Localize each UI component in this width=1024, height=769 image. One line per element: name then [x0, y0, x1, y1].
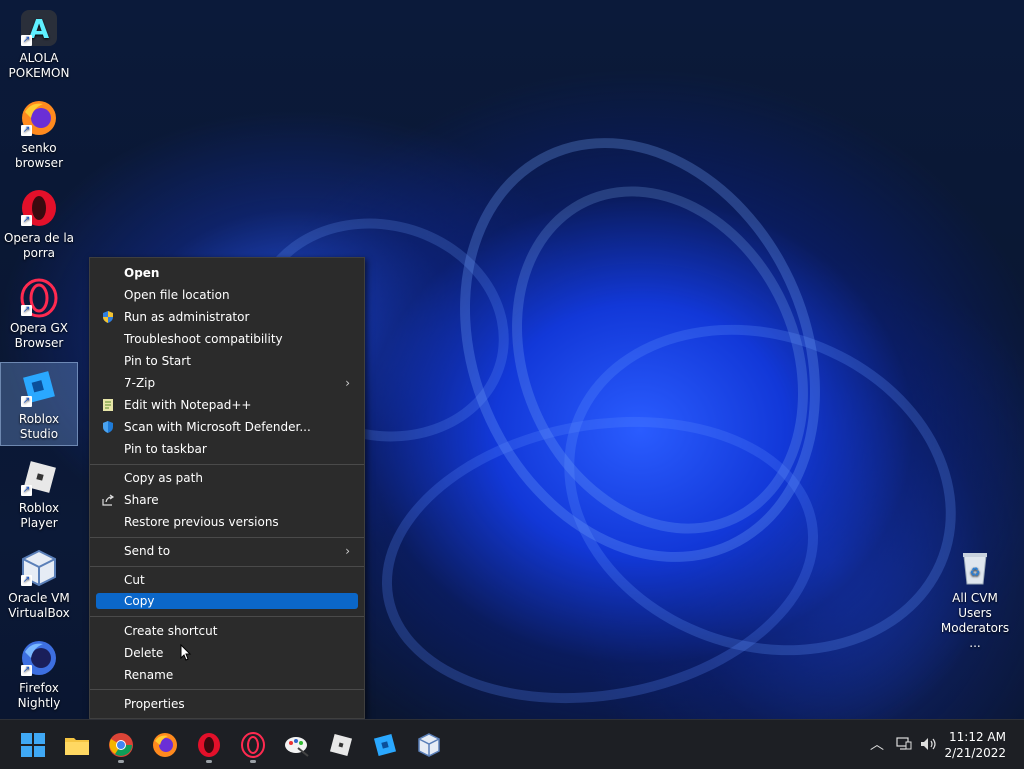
roblox-studio-icon: ↗ — [19, 369, 59, 409]
opera-icon[interactable] — [196, 732, 222, 758]
menu-item-scan-with-defender[interactable]: Scan with Microsoft Defender... — [96, 418, 358, 436]
desktop-icon-label: senko browser — [14, 141, 63, 170]
chevron-up-icon[interactable]: ︿ — [870, 734, 884, 754]
menu-item-open-file-location[interactable]: Open file location — [96, 286, 358, 304]
clock[interactable]: 11:12 AM 2/21/2022 — [944, 729, 1006, 761]
shortcut-arrow-icon: ↗ — [21, 575, 32, 586]
menu-item-share[interactable]: Share — [96, 491, 358, 509]
roblox-player-icon[interactable] — [328, 732, 354, 758]
menu-item-troubleshoot-compatibility[interactable]: Troubleshoot compatibility — [96, 330, 358, 348]
menu-item-create-shortcut[interactable]: Create shortcut — [96, 622, 358, 640]
menu-item-send-to[interactable]: Send to › — [96, 542, 358, 560]
running-indicator — [250, 760, 256, 763]
running-indicator — [118, 760, 124, 763]
menu-item-7zip[interactable]: 7-Zip › — [96, 374, 358, 392]
menu-item-restore-previous-versions[interactable]: Restore previous versions — [96, 513, 358, 531]
system-tray: ︿ 11:12 AM 2/21/2022 — [860, 720, 1024, 769]
opera-gx-icon: ↗ — [19, 278, 59, 318]
shortcut-arrow-icon: ↗ — [21, 35, 32, 46]
virtualbox-icon[interactable] — [416, 732, 442, 758]
menu-separator — [90, 566, 364, 567]
desktop-icon-recycle-bin[interactable]: ♻ All CVM Users Moderators ... — [934, 542, 1016, 650]
paint-icon[interactable] — [284, 732, 310, 758]
menu-item-copy-as-path[interactable]: Copy as path — [96, 469, 358, 487]
running-indicator — [206, 760, 212, 763]
shortcut-arrow-icon: ↗ — [21, 125, 32, 136]
desktop-icon-label: All CVM Users Moderators ... — [940, 591, 1010, 650]
menu-item-run-as-administrator[interactable]: Run as administrator — [96, 308, 358, 326]
clock-time: 11:12 AM — [949, 730, 1006, 744]
svg-text:♻: ♻ — [970, 565, 981, 579]
desktop-icon-senko-browser[interactable]: ↗ senko browser — [0, 92, 78, 176]
file-explorer-icon[interactable] — [64, 732, 90, 758]
desktop-icon-label: Oracle VM VirtualBox — [8, 591, 70, 620]
shortcut-arrow-icon: ↗ — [21, 215, 32, 226]
desktop-icon-label: Opera de la porra — [3, 231, 75, 260]
firefox-nightly-icon: ↗ — [19, 638, 59, 678]
desktop-icon-alola-pokemon[interactable]: A ↗ ALOLA POKEMON — [0, 2, 78, 86]
chevron-right-icon: › — [345, 376, 350, 390]
firefox-icon[interactable] — [152, 732, 178, 758]
menu-item-edit-with-notepadpp[interactable]: Edit with Notepad++ — [96, 396, 358, 414]
notepad-icon — [103, 399, 113, 411]
virtualbox-icon: ↗ — [19, 548, 59, 588]
desktop-icon-opera[interactable]: ↗ Opera de la porra — [0, 182, 78, 266]
network-icon[interactable] — [896, 736, 912, 752]
menu-item-pin-to-taskbar[interactable]: Pin to taskbar — [96, 440, 358, 458]
chevron-right-icon: › — [345, 544, 350, 558]
shield-icon — [103, 311, 113, 323]
menu-separator — [90, 616, 364, 617]
context-menu: Open Open file location Run as administr… — [89, 257, 365, 719]
shortcut-arrow-icon: ↗ — [21, 396, 32, 407]
desktop-icon-roblox-player[interactable]: ↗ Roblox Player — [0, 452, 78, 536]
desktop-icon-opera-gx[interactable]: ↗ Opera GX Browser — [0, 272, 78, 356]
start-icon[interactable] — [20, 732, 46, 758]
mouse-cursor-icon — [180, 644, 192, 661]
share-icon — [102, 494, 115, 506]
menu-item-rename[interactable]: Rename — [96, 666, 358, 684]
menu-item-properties[interactable]: Properties — [96, 695, 358, 713]
desktop-icon-roblox-studio[interactable]: ↗ Roblox Studio — [0, 362, 78, 446]
desktop-icon-label: Firefox Nightly — [17, 681, 61, 710]
desktop-icon-virtualbox[interactable]: ↗ Oracle VM VirtualBox — [0, 542, 78, 626]
menu-item-pin-to-start[interactable]: Pin to Start — [96, 352, 358, 370]
shortcut-arrow-icon: ↗ — [21, 665, 32, 676]
roblox-player-icon: ↗ — [19, 458, 59, 498]
opera-icon: ↗ — [19, 188, 59, 228]
desktop-icon-label: Roblox Studio — [18, 412, 60, 441]
desktop-icon-firefox-nightly[interactable]: ↗ Firefox Nightly — [0, 632, 78, 716]
menu-separator — [90, 464, 364, 465]
menu-item-cut[interactable]: Cut — [96, 571, 358, 589]
shortcut-arrow-icon: ↗ — [21, 485, 32, 496]
alola-pokemon-icon: A ↗ — [19, 8, 59, 48]
opera-gx-icon[interactable] — [240, 732, 266, 758]
volume-icon[interactable] — [920, 736, 938, 752]
desktop-icon-label: ALOLA POKEMON — [8, 51, 70, 80]
menu-item-delete[interactable]: Delete — [96, 644, 358, 662]
chrome-icon[interactable] — [108, 732, 134, 758]
menu-separator — [90, 689, 364, 690]
menu-separator — [90, 537, 364, 538]
desktop-icon-label: Opera GX Browser — [9, 321, 69, 350]
taskbar: ︿ 11:12 AM 2/21/2022 — [0, 719, 1024, 769]
menu-item-open[interactable]: Open — [96, 264, 358, 282]
menu-item-copy[interactable]: Copy — [96, 593, 358, 609]
recycle-bin-icon: ♻ — [955, 548, 995, 588]
defender-icon — [103, 421, 113, 433]
desktop-icon-label: Roblox Player — [18, 501, 60, 530]
firefox-icon: ↗ — [19, 98, 59, 138]
shortcut-arrow-icon: ↗ — [21, 305, 32, 316]
roblox-studio-icon[interactable] — [372, 732, 398, 758]
clock-date: 2/21/2022 — [944, 746, 1006, 760]
